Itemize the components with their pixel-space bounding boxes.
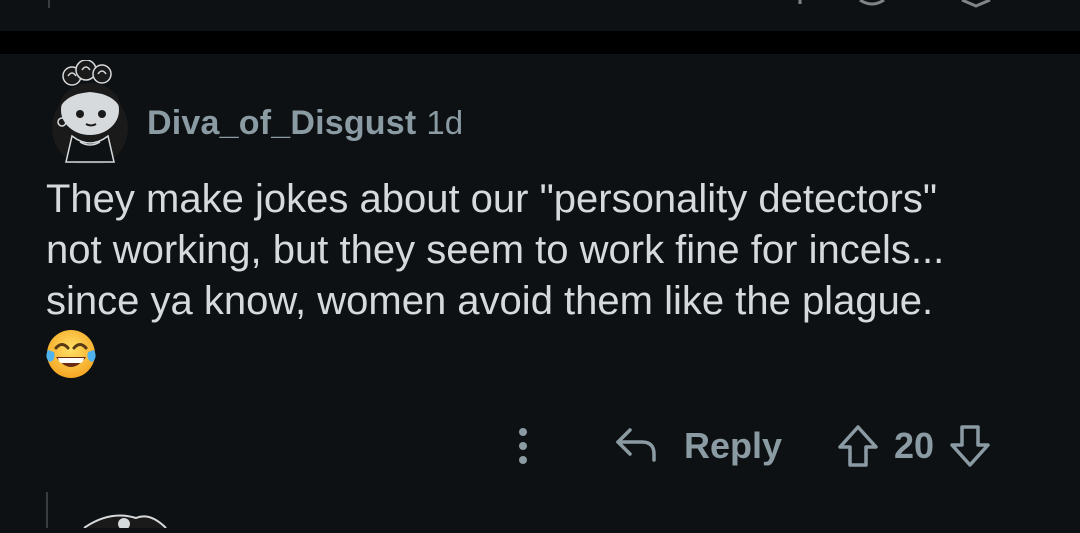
timestamp: 1d bbox=[426, 104, 464, 141]
comment-body: They make jokes about our "personality d… bbox=[46, 174, 1046, 327]
comment-body-line: not working, but they seem to work fine … bbox=[46, 228, 945, 272]
reply-label: Reply bbox=[684, 425, 783, 466]
reply-arrow-icon bbox=[614, 424, 658, 469]
reply-button[interactable]: Reply bbox=[614, 422, 782, 470]
comment-body-line: since ya know, women avoid them like the… bbox=[46, 279, 934, 323]
username[interactable]: Diva_of_Disgust bbox=[147, 104, 416, 143]
comment-actions: Reply 20 bbox=[0, 416, 1080, 476]
thread-line bbox=[48, 0, 50, 8]
face-with-tears-of-joy-icon bbox=[44, 328, 98, 380]
user-avatar[interactable] bbox=[50, 59, 130, 166]
comment-separator bbox=[0, 31, 1080, 54]
upvote-arrow-icon[interactable] bbox=[836, 423, 880, 469]
comment: Diva_of_Disgust 1d They make jokes about… bbox=[0, 54, 1080, 528]
previous-comment-footer bbox=[0, 0, 1080, 31]
vertical-dots-icon[interactable] bbox=[512, 424, 534, 468]
comment-body-line: They make jokes about our "personality d… bbox=[46, 177, 938, 221]
vote-controls: 20 bbox=[836, 420, 992, 472]
vote-score: 20 bbox=[894, 425, 935, 466]
downvote-arrow-icon[interactable] bbox=[948, 423, 992, 469]
next-user-avatar bbox=[80, 508, 170, 530]
comment-meta: Diva_of_Disgust 1d bbox=[147, 104, 463, 143]
previous-comment-vote-icons bbox=[798, 0, 991, 8]
thread-line bbox=[46, 492, 48, 528]
